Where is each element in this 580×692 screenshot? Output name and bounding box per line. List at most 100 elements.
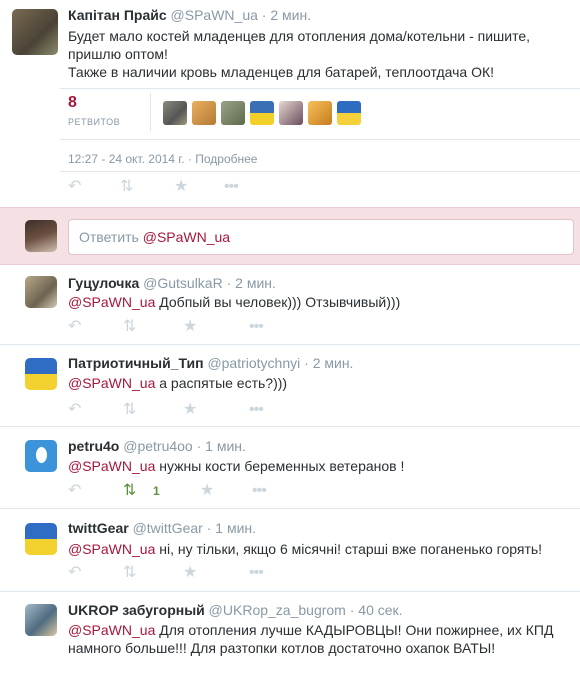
separator: ·	[196, 438, 202, 454]
user-handle[interactable]: @petru4oo	[123, 438, 192, 454]
star-icon[interactable]: ★	[183, 319, 197, 335]
tweet-text: Будет мало костей младенцев для отоплени…	[68, 27, 530, 81]
avatar[interactable]	[12, 9, 58, 55]
retweet-count[interactable]: 8	[68, 94, 77, 112]
mention-link[interactable]: @SPaWN_ua	[68, 541, 155, 557]
timestamp[interactable]: 40 сек.	[358, 602, 402, 618]
retweeter-avatar[interactable]	[192, 101, 216, 125]
retweeter-avatar[interactable]	[337, 101, 361, 125]
retweet-icon[interactable]: ⇅	[120, 179, 133, 195]
divider	[150, 93, 151, 131]
reply-tweet[interactable]: Патриотичный_Тип @patriotychnyi · 2 мин.…	[0, 345, 580, 427]
user-handle[interactable]: @patriotychnyi	[207, 355, 300, 371]
reply-icon[interactable]: ↶	[68, 319, 81, 335]
tweet-header: petru4o @petru4oo · 1 мин.	[68, 438, 246, 454]
avatar	[25, 220, 57, 252]
tweet-header: Капітан Прайс @SPaWN_ua · 2 мин.	[68, 7, 311, 23]
tweet-header: Гуцулочка @GutsulkaR · 2 мин.	[68, 275, 276, 291]
retweeter-avatar[interactable]	[279, 101, 303, 125]
retweet-count: 1	[153, 484, 160, 498]
reply-tweet[interactable]: UKROP забугорный @UKRop_za_bugrom · 40 с…	[0, 592, 580, 692]
tweet-text-line: @SPaWN_ua Для отопления лучше КАДЫРОВЦЫ!…	[68, 621, 553, 639]
retweeter-avatar[interactable]	[308, 101, 332, 125]
mention-link[interactable]: @SPaWN_ua	[68, 622, 155, 638]
avatar[interactable]	[25, 276, 57, 308]
avatar[interactable]	[25, 440, 57, 472]
more-icon[interactable]: •••	[224, 179, 239, 195]
reply-box: Ответить @SPaWN_ua	[0, 207, 580, 265]
mention-link[interactable]: @SPaWN_ua	[68, 375, 155, 391]
reply-mention: @SPaWN_ua	[142, 229, 231, 245]
reply-icon[interactable]: ↶	[68, 565, 81, 581]
retweet-icon[interactable]: ⇅	[123, 402, 136, 418]
reply-tweet[interactable]: petru4o @petru4oo · 1 мин. @SPaWN_ua нуж…	[0, 427, 580, 509]
reply-icon[interactable]: ↶	[68, 402, 81, 418]
divider	[60, 139, 580, 140]
user-handle[interactable]: @SPaWN_ua	[171, 7, 258, 23]
divider	[60, 171, 580, 172]
user-name[interactable]: UKROP забугорный	[68, 602, 205, 618]
retweeter-avatar[interactable]	[221, 101, 245, 125]
separator: ·	[226, 275, 232, 291]
star-icon[interactable]: ★	[200, 483, 214, 499]
star-icon[interactable]: ★	[183, 565, 197, 581]
egg-icon	[36, 447, 47, 463]
tweet-header: Патриотичный_Тип @patriotychnyi · 2 мин.	[68, 355, 353, 371]
tweet-date: 12:27 - 24 окт. 2014 г.	[68, 152, 185, 166]
divider	[60, 88, 580, 89]
avatar[interactable]	[25, 523, 57, 555]
user-name[interactable]: twittGear	[68, 520, 129, 536]
separator: ·	[187, 152, 192, 166]
retweet-icon[interactable]: ⇅	[123, 565, 136, 581]
timestamp[interactable]: 1 мин.	[215, 520, 256, 536]
retweet-label[interactable]: РЕТВИТОВ	[68, 117, 120, 127]
tweet-text-line: нужны кости беременных ветеранов !	[155, 458, 405, 474]
timestamp[interactable]: 2 мин.	[235, 275, 276, 291]
user-handle[interactable]: @UKRop_za_bugrom	[209, 602, 346, 618]
retweet-icon[interactable]: ⇅	[123, 483, 136, 499]
avatar[interactable]	[25, 604, 57, 636]
tweet-header: twittGear @twittGear · 1 мин.	[68, 520, 256, 536]
tweet-header: UKROP забугорный @UKRop_za_bugrom · 40 с…	[68, 602, 403, 618]
details-link[interactable]: Подробнее	[195, 152, 257, 166]
reply-icon[interactable]: ↶	[68, 179, 81, 195]
timestamp[interactable]: 1 мин.	[205, 438, 246, 454]
more-icon[interactable]: •••	[249, 402, 264, 418]
retweeter-avatar[interactable]	[163, 101, 187, 125]
tweet-text: @SPaWN_ua Для отопления лучше КАДЫРОВЦЫ!…	[68, 621, 553, 657]
separator: ·	[261, 7, 267, 23]
tweet-text-line: пришлю оптом!	[68, 46, 168, 62]
timestamp[interactable]: 2 мин.	[270, 7, 311, 23]
retweet-icon[interactable]: ⇅	[123, 319, 136, 335]
user-name[interactable]: Гуцулочка	[68, 275, 139, 291]
timestamp[interactable]: 2 мин.	[313, 355, 354, 371]
reply-icon[interactable]: ↶	[68, 483, 81, 499]
avatar[interactable]	[25, 358, 57, 390]
mention-link[interactable]: @SPaWN_ua	[68, 458, 155, 474]
separator: ·	[304, 355, 309, 371]
tweet-text-line: Также в наличии кровь младенцев для бата…	[68, 64, 495, 80]
tweet-text: @SPaWN_ua а распятые есть?)))	[68, 374, 287, 392]
star-icon[interactable]: ★	[183, 402, 197, 418]
user-name[interactable]: Капітан Прайс	[68, 7, 167, 23]
tweet-text-line: а распятые есть?)))	[155, 375, 288, 391]
star-icon[interactable]: ★	[174, 179, 188, 195]
retweeter-avatar[interactable]	[250, 101, 274, 125]
more-icon[interactable]: •••	[249, 565, 264, 581]
tweet-text-line: Будет мало костей младенцев для отоплени…	[68, 28, 530, 44]
user-handle[interactable]: @GutsulkaR	[143, 275, 223, 291]
more-icon[interactable]: •••	[249, 319, 264, 335]
user-name[interactable]: petru4o	[68, 438, 119, 454]
mention-link[interactable]: @SPaWN_ua	[68, 294, 155, 310]
more-icon[interactable]: •••	[252, 483, 267, 499]
user-handle[interactable]: @twittGear	[133, 520, 203, 536]
tweet-meta: 12:27 - 24 окт. 2014 г. · Подробнее	[68, 152, 257, 166]
tweet-text-line: ні, ну тільки, якщо 6 місячні! старші вж…	[155, 541, 543, 557]
reply-tweet[interactable]: twittGear @twittGear · 1 мин. @SPaWN_ua …	[0, 509, 580, 592]
user-name[interactable]: Патриотичный_Тип	[68, 355, 204, 371]
tweet-text-line: намного больше!!! Для разтопки котлов до…	[68, 640, 496, 656]
tweet-text: @SPaWN_ua нужны кости беременных ветеран…	[68, 457, 404, 475]
reply-tweet[interactable]: Гуцулочка @GutsulkaR · 2 мин. @SPaWN_ua …	[0, 265, 580, 345]
separator: ·	[206, 520, 212, 536]
reply-input[interactable]: Ответить @SPaWN_ua	[68, 219, 574, 255]
